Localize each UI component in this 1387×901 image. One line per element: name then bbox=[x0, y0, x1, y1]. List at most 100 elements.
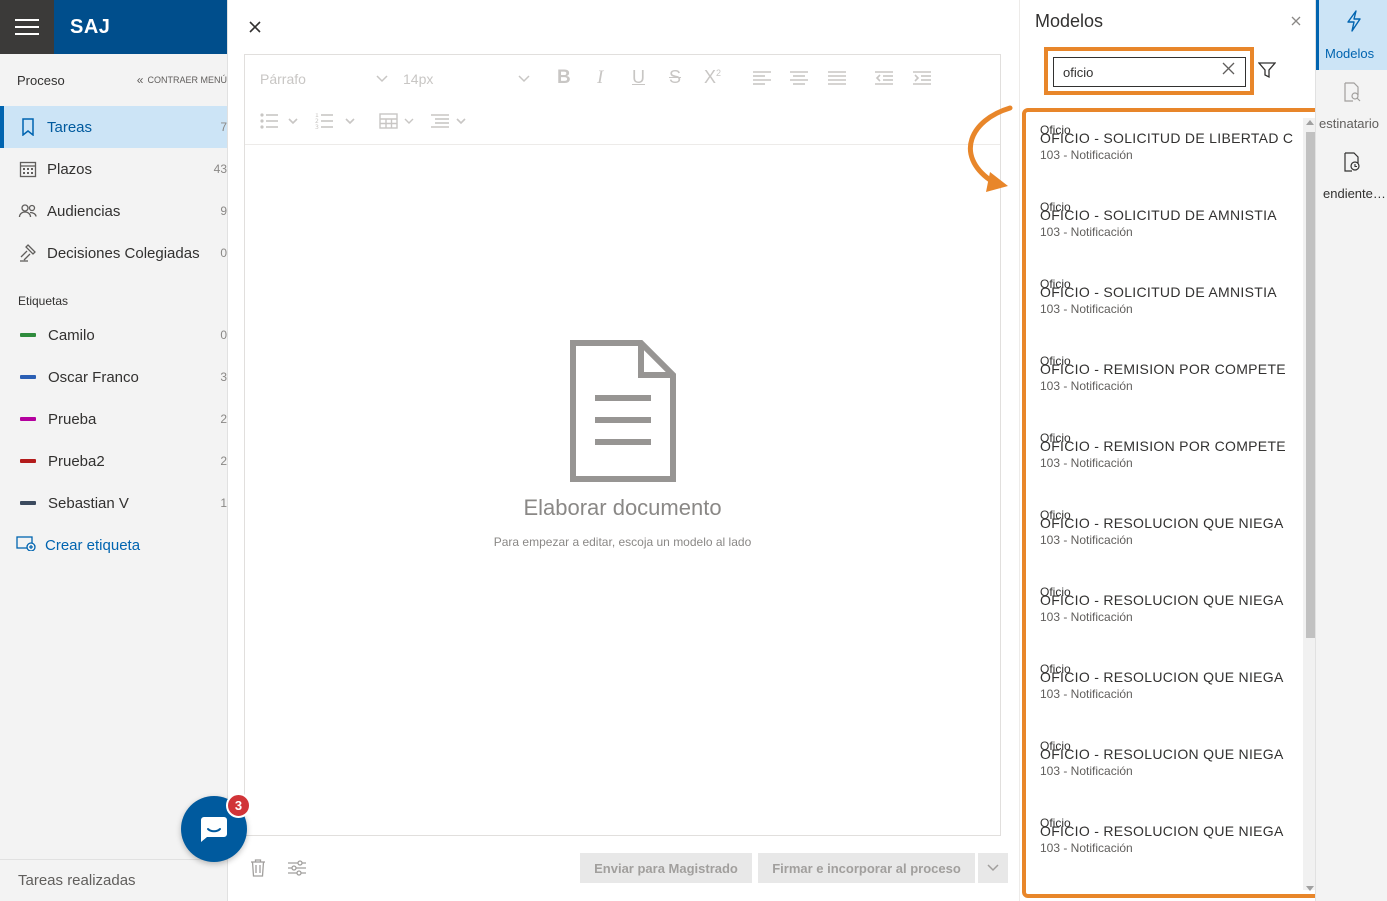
list-item[interactable]: Oficio OFICIO - REMISION POR COMPETE 103… bbox=[1040, 343, 1302, 420]
close-models-button[interactable] bbox=[1291, 13, 1301, 31]
sidebar-item-decisiones-colegiadas[interactable]: Decisiones Colegiadas 0 bbox=[0, 232, 227, 274]
numbered-list-icon: 123 bbox=[315, 113, 355, 129]
calendar-icon bbox=[18, 159, 38, 179]
result-category: Oficio bbox=[1040, 662, 1071, 676]
tag-color-swatch bbox=[20, 333, 36, 337]
indent-icon bbox=[913, 71, 931, 85]
italic-button[interactable]: I bbox=[597, 67, 603, 89]
align-center-icon bbox=[790, 71, 808, 85]
brand-logo: SAJ bbox=[70, 16, 111, 38]
right-rail: Modelos estinatario endiente… bbox=[1315, 0, 1387, 901]
bold-button[interactable]: B bbox=[557, 67, 571, 89]
double-chevron-left-icon: « bbox=[136, 73, 144, 87]
justify-button[interactable] bbox=[828, 71, 846, 85]
models-panel: Modelos Oficio OFICIO - SOLICITUD DE LIB… bbox=[1019, 0, 1324, 901]
list-item[interactable]: Oficio OFICIO - RESOLUCION QUE NIEGA 103… bbox=[1040, 651, 1302, 728]
tag-count: 2 bbox=[220, 454, 227, 468]
delete-button[interactable] bbox=[248, 857, 268, 879]
empty-state-title: Elaborar documento bbox=[523, 495, 722, 520]
trash-icon bbox=[251, 859, 265, 877]
outdent-button[interactable] bbox=[875, 71, 893, 85]
result-name: OFICIO - REMISION POR COMPETE bbox=[1040, 438, 1286, 454]
tag-label: Camilo bbox=[48, 326, 95, 344]
result-name: OFICIO - RESOLUCION QUE NIEGA bbox=[1040, 515, 1284, 531]
tag-item-prueba2[interactable]: Prueba2 2 bbox=[0, 440, 227, 482]
list-item[interactable]: Oficio OFICIO - RESOLUCION QUE NIEGA 103… bbox=[1040, 728, 1302, 805]
models-search-input[interactable] bbox=[1053, 57, 1246, 87]
scroll-up-arrow-icon[interactable] bbox=[1306, 120, 1314, 125]
tag-count: 2 bbox=[220, 412, 227, 426]
bullet-list-button[interactable] bbox=[260, 113, 300, 129]
tag-color-swatch bbox=[20, 501, 36, 505]
chevron-down-icon bbox=[518, 75, 530, 83]
list-item[interactable]: Oficio OFICIO - REMISION POR COMPETE 103… bbox=[1040, 420, 1302, 497]
completed-tasks-link[interactable]: Tareas realizadas bbox=[0, 859, 227, 901]
tag-item-prueba[interactable]: Prueba 2 bbox=[0, 398, 227, 440]
font-size-select[interactable]: 14px bbox=[403, 69, 530, 89]
clear-search-button[interactable] bbox=[1222, 62, 1235, 80]
indent-button[interactable] bbox=[913, 71, 931, 85]
sidebar-item-audiencias[interactable]: Audiencias 9 bbox=[0, 190, 227, 232]
superscript-button[interactable]: X2 bbox=[704, 67, 721, 88]
tag-color-swatch bbox=[20, 375, 36, 379]
result-name: OFICIO - RESOLUCION QUE NIEGA bbox=[1040, 592, 1284, 608]
collapse-menu-button[interactable]: « CONTRAER MENÚ bbox=[137, 73, 227, 87]
sign-and-incorporate-button[interactable]: Firmar e incorporar al proceso bbox=[758, 853, 975, 883]
models-panel-title: Modelos bbox=[1035, 11, 1104, 31]
strikethrough-button[interactable]: S bbox=[669, 67, 681, 88]
table-button[interactable] bbox=[379, 113, 419, 129]
tag-label: Oscar Franco bbox=[48, 368, 139, 386]
close-editor-button[interactable] bbox=[245, 17, 265, 37]
chat-icon bbox=[201, 817, 227, 842]
document-search-icon bbox=[1316, 82, 1387, 102]
scroll-down-arrow-icon[interactable] bbox=[1306, 886, 1314, 891]
line-spacing-button[interactable] bbox=[431, 113, 471, 129]
numbered-list-button[interactable]: 123 bbox=[315, 113, 357, 129]
filter-icon bbox=[1257, 62, 1277, 79]
create-tag-link[interactable]: Crear etiqueta bbox=[0, 524, 227, 566]
chat-unread-badge: 3 bbox=[226, 793, 251, 818]
tag-item-sebastian-v[interactable]: Sebastian V 1 bbox=[0, 482, 227, 524]
bold-icon: B bbox=[557, 67, 571, 88]
rich-text-editor: Párrafo 14px B I U S X2 123 Elaborar doc… bbox=[244, 54, 1001, 836]
tag-item-camilo[interactable]: Camilo 0 bbox=[0, 314, 227, 356]
rail-item-pendientes[interactable]: endiente… bbox=[1316, 140, 1387, 210]
result-category: Oficio bbox=[1040, 585, 1071, 599]
left-sidebar: SAJ Proceso « CONTRAER MENÚ Tareas 7 Pla… bbox=[0, 0, 228, 901]
sidebar-item-count: 0 bbox=[220, 246, 227, 260]
list-item[interactable]: Oficio OFICIO - RESOLUCION QUE NIEGA 103… bbox=[1040, 574, 1302, 651]
result-meta: 103 - Notificación bbox=[1040, 148, 1133, 162]
hamburger-icon bbox=[15, 19, 39, 35]
clear-icon bbox=[1222, 62, 1235, 75]
result-category: Oficio bbox=[1040, 508, 1071, 522]
sidebar-item-count: 7 bbox=[220, 120, 227, 134]
list-item[interactable]: Oficio OFICIO - SOLICITUD DE AMNISTIA 10… bbox=[1040, 189, 1302, 266]
settings-sliders-button[interactable] bbox=[287, 857, 307, 879]
rail-item-modelos[interactable]: Modelos bbox=[1316, 0, 1387, 70]
sign-options-dropdown[interactable] bbox=[978, 853, 1008, 883]
sidebar-item-plazos[interactable]: Plazos 43 bbox=[0, 148, 227, 190]
list-item[interactable]: Oficio OFICIO - SOLICITUD DE LIBERTAD C … bbox=[1040, 112, 1302, 189]
underline-icon: U bbox=[632, 67, 645, 87]
tag-color-swatch bbox=[20, 417, 36, 421]
paragraph-style-select[interactable]: Párrafo bbox=[260, 69, 388, 89]
line-spacing-icon bbox=[431, 114, 466, 128]
send-to-magistrate-button[interactable]: Enviar para Magistrado bbox=[580, 853, 752, 883]
tag-add-icon bbox=[16, 535, 36, 556]
result-meta: 103 - Notificación bbox=[1040, 379, 1133, 393]
hamburger-menu-button[interactable] bbox=[0, 0, 54, 54]
sidebar-item-label: Audiencias bbox=[47, 202, 121, 220]
list-item[interactable]: Oficio OFICIO - SOLICITUD DE AMNISTIA 10… bbox=[1040, 266, 1302, 343]
align-left-icon bbox=[753, 71, 771, 85]
rail-item-destinatarios[interactable]: estinatario bbox=[1316, 70, 1387, 140]
tag-item-oscar-franco[interactable]: Oscar Franco 3 bbox=[0, 356, 227, 398]
list-item[interactable]: Oficio OFICIO - RESOLUCION QUE NIEGA 103… bbox=[1040, 497, 1302, 574]
underline-button[interactable]: U bbox=[632, 67, 645, 88]
sidebar-item-tareas[interactable]: Tareas 7 bbox=[0, 106, 227, 148]
result-name: OFICIO - RESOLUCION QUE NIEGA bbox=[1040, 746, 1284, 762]
align-center-button[interactable] bbox=[790, 71, 808, 85]
result-meta: 103 - Notificación bbox=[1040, 533, 1133, 547]
list-item[interactable]: Oficio OFICIO - RESOLUCION QUE NIEGA 103… bbox=[1040, 805, 1302, 882]
filter-button[interactable] bbox=[1257, 62, 1277, 84]
align-left-button[interactable] bbox=[753, 71, 771, 85]
